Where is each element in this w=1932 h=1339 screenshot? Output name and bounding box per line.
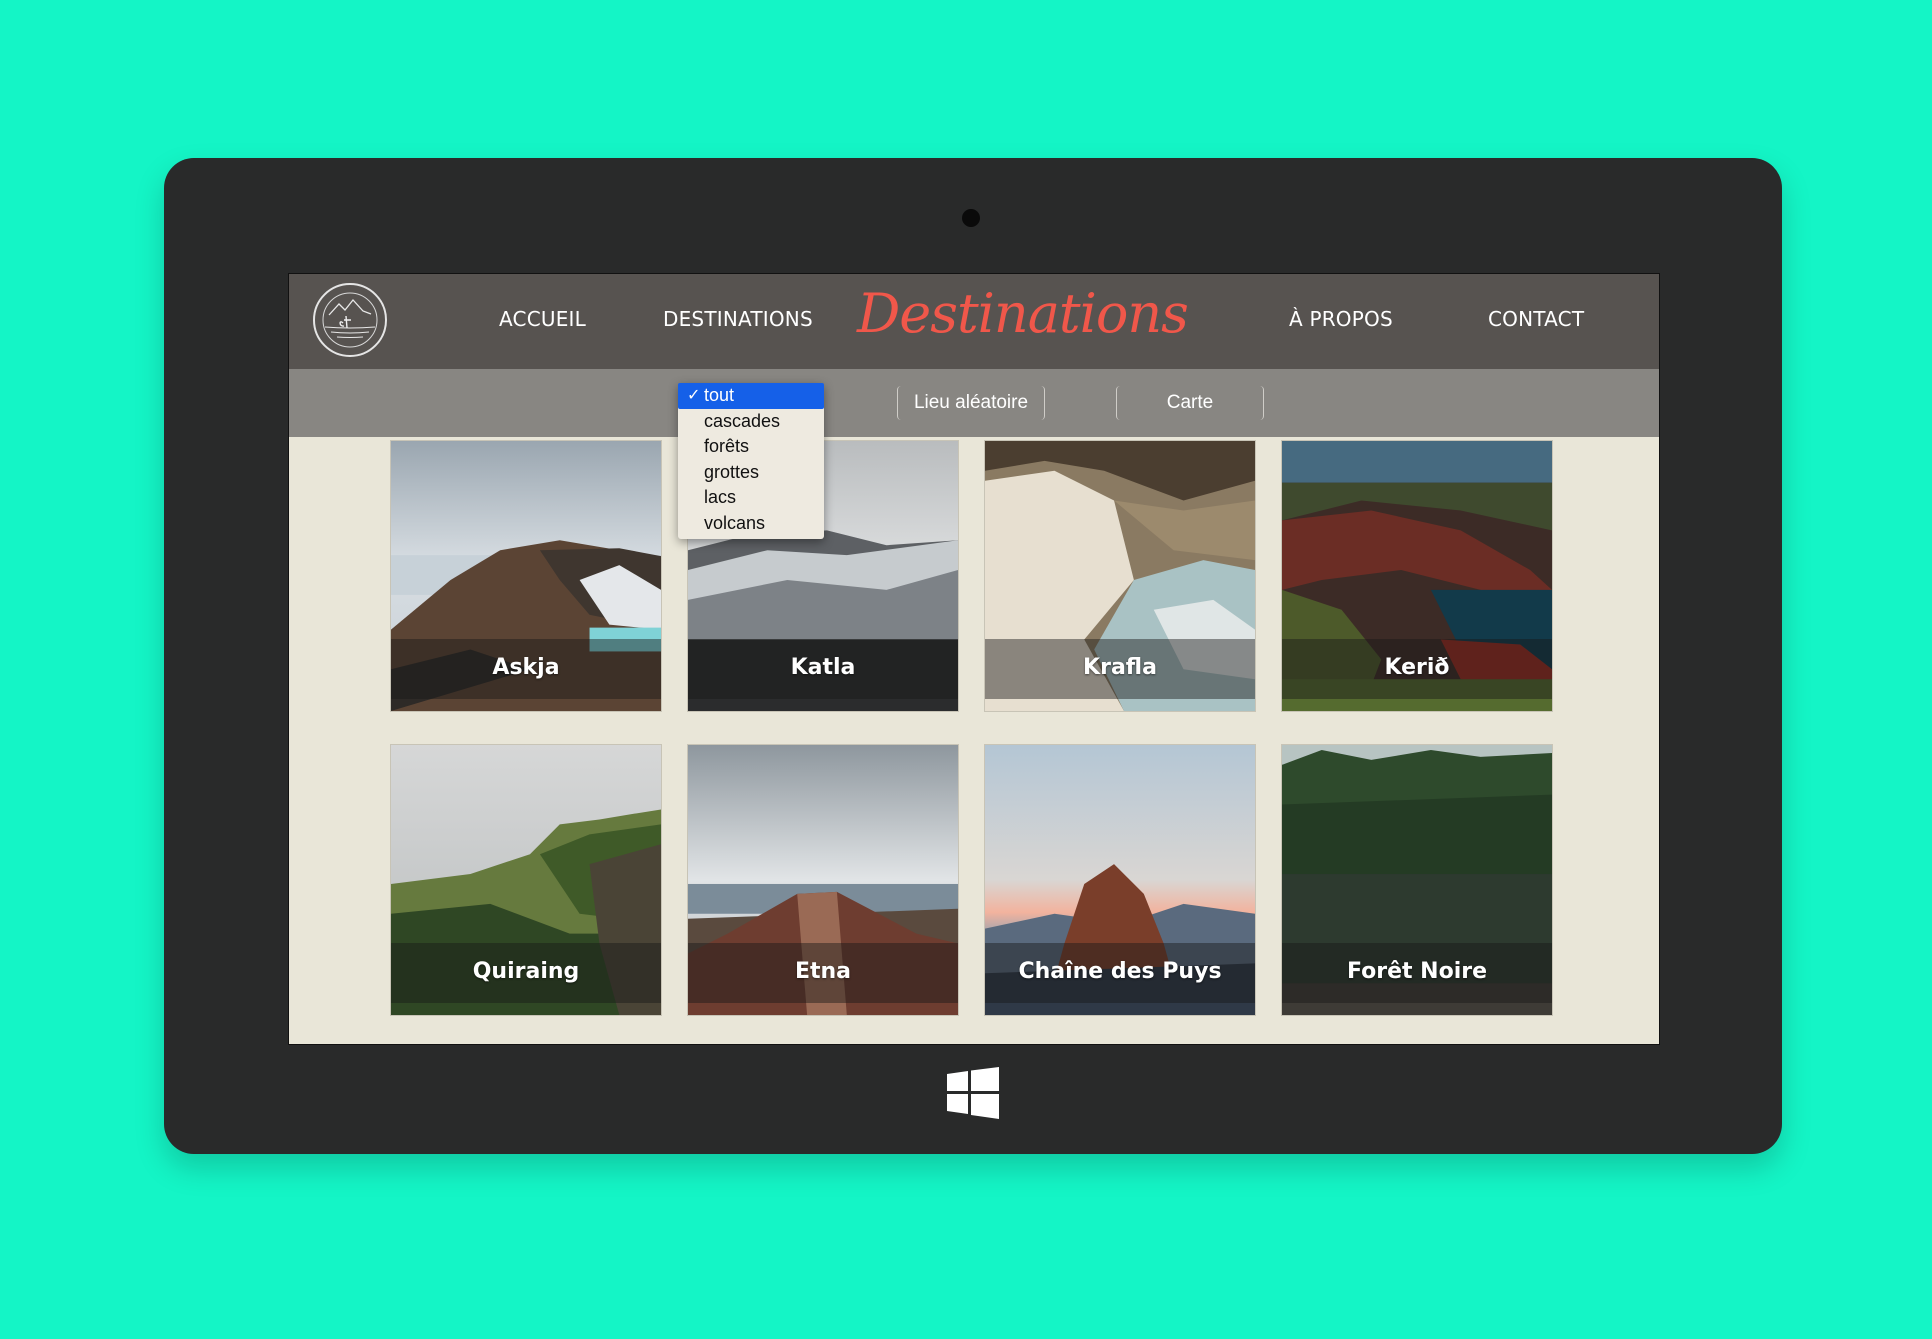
page-title: Destinations <box>857 282 1189 345</box>
destination-card[interactable]: Chaîne des Puys <box>984 744 1256 1016</box>
nav-contact[interactable]: CONTACT <box>1488 307 1584 331</box>
category-dropdown-menu[interactable]: ✓ tout cascades forêts grottes lacs volc… <box>678 383 824 539</box>
nav-a-propos[interactable]: À PROPOS <box>1289 307 1393 331</box>
option-label: forêts <box>704 436 750 457</box>
option-label: grottes <box>704 461 760 482</box>
destination-card[interactable]: Kerið <box>1281 440 1553 712</box>
destination-name: Katla <box>790 655 856 680</box>
option-label: volcans <box>704 512 766 533</box>
dropdown-option-volcans[interactable]: volcans <box>678 511 824 537</box>
dropdown-option-cascades[interactable]: cascades <box>678 409 824 435</box>
destination-card[interactable]: Quiraing <box>390 744 662 1016</box>
windows-logo-icon[interactable] <box>947 1067 999 1119</box>
filter-bar: Lieu aléatoire Carte <box>289 369 1659 437</box>
nav-accueil[interactable]: ACCUEIL <box>499 307 586 331</box>
mountain-logo-icon <box>322 292 378 348</box>
destination-name: Kerið <box>1384 655 1450 680</box>
option-label: cascades <box>704 410 781 431</box>
destination-name: Quiraing <box>472 959 580 984</box>
destination-name: Chaîne des Puys <box>1018 959 1222 984</box>
destination-card[interactable]: Krafla <box>984 440 1256 712</box>
destination-card[interactable]: Forêt Noire <box>1281 744 1553 1016</box>
site-logo[interactable] <box>313 283 387 357</box>
option-label: tout <box>704 385 735 405</box>
checkmark-icon: ✓ <box>687 387 701 404</box>
camera-lens <box>962 209 980 227</box>
nav-destinations[interactable]: DESTINATIONS <box>663 307 813 331</box>
destination-card[interactable]: Askja <box>390 440 662 712</box>
dropdown-option-grottes[interactable]: grottes <box>678 460 824 486</box>
dropdown-option-lacs[interactable]: lacs <box>678 485 824 511</box>
map-button[interactable]: Carte <box>1116 386 1264 420</box>
option-label: lacs <box>704 487 737 508</box>
dropdown-option-forets[interactable]: forêts <box>678 434 824 460</box>
browser-screen: ACCUEIL DESTINATIONS Destinations À PROP… <box>288 273 1660 1045</box>
destination-name: Etna <box>794 959 852 984</box>
random-place-button[interactable]: Lieu aléatoire <box>897 386 1045 420</box>
site-header: ACCUEIL DESTINATIONS Destinations À PROP… <box>289 274 1659 369</box>
destination-name: Askja <box>492 655 560 680</box>
destination-name: Krafla <box>1083 655 1157 680</box>
destination-card[interactable]: Etna <box>687 744 959 1016</box>
destination-name: Forêt Noire <box>1346 959 1488 984</box>
dropdown-option-tout[interactable]: ✓ tout <box>678 383 824 409</box>
